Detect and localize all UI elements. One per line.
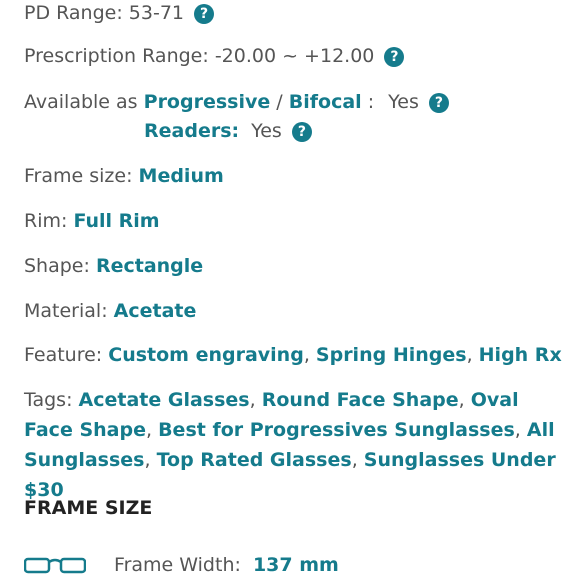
frame-size-link[interactable]: Medium bbox=[139, 165, 224, 187]
feature-link[interactable]: Custom engraving bbox=[108, 344, 304, 366]
material-link[interactable]: Acetate bbox=[114, 300, 197, 322]
rim-link[interactable]: Full Rim bbox=[73, 210, 159, 232]
readers-value: Yes bbox=[251, 120, 282, 142]
material-row: Material: Acetate bbox=[24, 298, 196, 324]
feature-label: Feature: bbox=[24, 344, 103, 366]
pd-range-value: 53-71 bbox=[128, 2, 185, 24]
glasses-icon bbox=[23, 555, 87, 575]
separator: , bbox=[249, 389, 256, 411]
prescription-range-row: Prescription Range: -20.00 ~ +12.00 ? bbox=[24, 43, 405, 69]
tag-link[interactable]: Round Face Shape bbox=[262, 389, 459, 411]
material-label: Material: bbox=[24, 300, 108, 322]
frame-width-value: 137 mm bbox=[252, 554, 339, 576]
tag-link[interactable]: Top Rated Glasses bbox=[157, 449, 352, 471]
frame-size-label: Frame size: bbox=[24, 165, 133, 187]
prescription-range-value: -20.00 ~ +12.00 bbox=[214, 45, 375, 67]
tags-label: Tags: bbox=[24, 389, 73, 411]
help-icon[interactable]: ? bbox=[194, 4, 215, 24]
progressive-link[interactable]: Progressive bbox=[144, 91, 271, 113]
separator: , bbox=[514, 419, 521, 441]
pd-range-label: PD Range: bbox=[24, 2, 123, 24]
pd-range-row: PD Range: 53-71 ? bbox=[24, 0, 215, 26]
readers-row: Readers: Yes ? bbox=[144, 118, 312, 144]
tag-link[interactable]: Acetate Glasses bbox=[79, 389, 250, 411]
frame-width-label: Frame Width: bbox=[114, 554, 241, 576]
shape-row: Shape: Rectangle bbox=[24, 253, 203, 279]
separator: , bbox=[458, 389, 465, 411]
feature-link[interactable]: High Rx bbox=[479, 344, 562, 366]
available-as-row: Available as Progressive / Bifocal : Yes… bbox=[24, 89, 449, 115]
rim-label: Rim: bbox=[24, 210, 68, 232]
available-as-label: Available as bbox=[24, 91, 138, 113]
help-icon[interactable]: ? bbox=[291, 122, 312, 142]
feature-link[interactable]: Spring Hinges bbox=[316, 344, 467, 366]
separator: , bbox=[351, 449, 358, 471]
shape-link[interactable]: Rectangle bbox=[96, 255, 203, 277]
feature-row: Feature: Custom engraving, Spring Hinges… bbox=[24, 342, 562, 368]
shape-label: Shape: bbox=[24, 255, 90, 277]
bifocal-link[interactable]: Bifocal bbox=[289, 91, 362, 113]
separator: , bbox=[145, 419, 153, 441]
tag-link[interactable]: Best for Progressives Sunglasses bbox=[158, 419, 515, 441]
separator: , bbox=[144, 449, 151, 471]
separator: , bbox=[466, 344, 473, 366]
separator: , bbox=[303, 344, 310, 366]
available-value: Yes bbox=[388, 91, 419, 113]
tags-row: Tags: Acetate Glasses, Round Face Shape,… bbox=[24, 385, 574, 505]
rim-row: Rim: Full Rim bbox=[24, 208, 160, 234]
frame-width-row: Frame Width: 137 mm bbox=[23, 552, 339, 578]
section-heading: FRAME SIZE bbox=[24, 497, 153, 519]
slash-separator: / bbox=[276, 91, 283, 113]
help-icon[interactable]: ? bbox=[384, 47, 405, 67]
colon: : bbox=[367, 91, 375, 113]
frame-size-row: Frame size: Medium bbox=[24, 163, 224, 189]
readers-label[interactable]: Readers: bbox=[144, 120, 239, 142]
prescription-range-label: Prescription Range: bbox=[24, 45, 209, 67]
help-icon[interactable]: ? bbox=[428, 93, 449, 113]
